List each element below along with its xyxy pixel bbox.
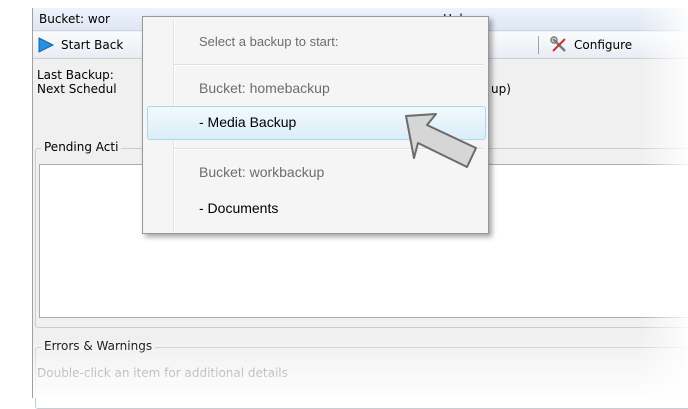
- toolbar-separator: [538, 36, 539, 54]
- menu-item-media-backup[interactable]: - Media Backup: [199, 114, 296, 130]
- menu-header: Select a backup to start:: [199, 34, 339, 49]
- menu-separator: [174, 64, 484, 66]
- errors-warnings-title: Errors & Warnings: [41, 339, 156, 353]
- menu-bucket-workbackup[interactable]: Bucket: wor: [39, 12, 110, 26]
- errors-hint: Double-click an item for additional deta…: [37, 366, 288, 380]
- pending-activity-title: Pending Acti: [41, 140, 122, 154]
- arrow-cursor-icon: [405, 113, 477, 168]
- configure-label: Configure: [574, 38, 633, 52]
- next-scheduled-value: up): [491, 82, 511, 96]
- menu-item-documents[interactable]: - Documents: [199, 200, 278, 216]
- tools-icon: [550, 36, 566, 52]
- menu-group-workbackup: Bucket: workbackup: [199, 164, 325, 180]
- menu-group-homebackup: Bucket: homebackup: [199, 80, 330, 96]
- start-backup-label: Start Back: [61, 38, 124, 52]
- start-backup-button[interactable]: Start Back: [37, 35, 123, 55]
- next-scheduled-label: Next Schedul: [37, 82, 117, 96]
- configure-button[interactable]: Configure: [550, 35, 632, 55]
- play-icon: [38, 37, 55, 53]
- last-backup-label: Last Backup:: [37, 68, 114, 82]
